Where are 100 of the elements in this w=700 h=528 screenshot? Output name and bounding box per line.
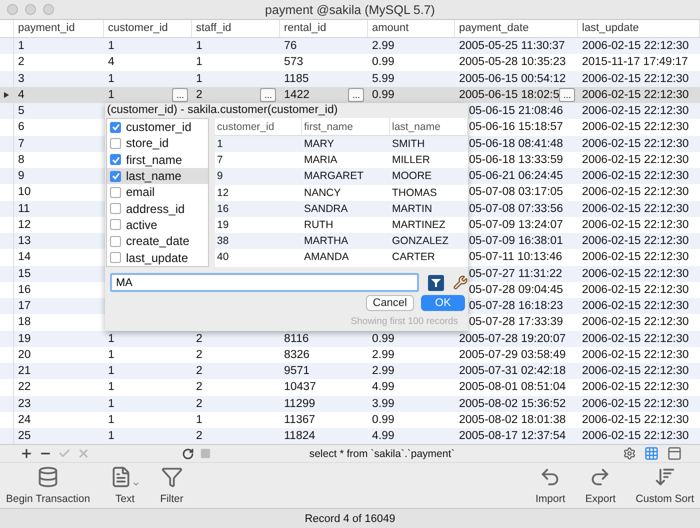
checkbox[interactable]	[110, 154, 121, 166]
table-cell: 05-07-08 07:33:56	[469, 202, 563, 215]
refresh-icon[interactable]	[182, 448, 194, 460]
table-cell: 2005-06-15 00:54:12	[459, 72, 566, 85]
zoom-button[interactable]	[43, 4, 54, 15]
selected-row[interactable]: 4 1 ... 2 ... 1422 ... 0.99 2005-06-15 18:02:5 ... 2006-02-15 22:12:30	[0, 86, 700, 103]
column-header[interactable]: payment_id	[14, 20, 104, 37]
table-cell: 2006-02-15 22:12:30	[582, 348, 689, 361]
minimize-button[interactable]	[25, 4, 36, 15]
filter-button[interactable]	[428, 274, 444, 290]
checkbox[interactable]	[110, 122, 121, 133]
table-cell: 1	[108, 332, 114, 345]
search-field[interactable]: MA	[110, 273, 419, 292]
table-cell: 13	[18, 235, 31, 248]
table-cell: 21	[18, 365, 31, 378]
column-header[interactable]: amount	[368, 20, 455, 37]
table-cell: 38	[217, 235, 229, 248]
check-icon[interactable]	[58, 447, 71, 460]
table-cell: SANDRA	[304, 202, 348, 215]
row-pointer-icon	[4, 92, 9, 98]
table-cell: 5	[18, 105, 24, 118]
table-cell: GONZALEZ	[392, 235, 449, 248]
table-cell: 7	[217, 154, 223, 166]
checkbox[interactable]	[110, 252, 121, 264]
toolbar-button[interactable]: Export	[585, 466, 616, 505]
table-cell: 2	[18, 56, 24, 68]
checkbox[interactable]	[110, 219, 121, 230]
field-label[interactable]: address_id	[126, 202, 185, 216]
toolbar-button[interactable]: Begin Transaction	[6, 466, 90, 505]
column-header[interactable]: payment_date	[455, 20, 578, 37]
status-text: Record 4 of 16049	[0, 508, 700, 528]
table-cell: 4	[108, 56, 114, 68]
field-label[interactable]: last_update	[126, 250, 188, 265]
table-cell: 2006-02-15 22:12:30	[582, 138, 689, 150]
close-button[interactable]	[7, 4, 18, 15]
table-cell: 24	[18, 414, 31, 426]
table-cell: 10	[18, 186, 31, 198]
toolbar-button[interactable]: Import	[536, 466, 566, 505]
column-header[interactable]: customer_id	[104, 20, 192, 37]
table-cell: 11824	[284, 430, 316, 442]
column-header[interactable]: staff_id	[192, 20, 280, 37]
table-cell: 11299	[284, 398, 316, 410]
settings-icon[interactable]	[623, 447, 636, 460]
field-label[interactable]: active	[126, 218, 158, 232]
tools-button[interactable]	[453, 275, 468, 290]
table-cell: 22	[18, 381, 31, 394]
field-label[interactable]: store_id	[126, 136, 169, 150]
table-cell: MARTINEZ	[392, 219, 446, 232]
table-cell: 2006-02-15 22:12:30	[582, 365, 689, 378]
table-cell: 11367	[284, 414, 316, 426]
toolbar-button[interactable]: Custom Sort	[636, 466, 694, 505]
checkbox[interactable]	[110, 236, 121, 247]
table-cell: 1	[108, 414, 114, 426]
discard-icon[interactable]	[77, 447, 90, 460]
cancel-button[interactable]: Cancel	[366, 295, 414, 311]
checkbox[interactable]	[110, 186, 121, 198]
field-label[interactable]: create_date	[126, 234, 190, 248]
table-cell: 25	[18, 430, 31, 442]
table-cell: 9	[217, 170, 223, 182]
toolbar-button[interactable]: Text	[110, 466, 140, 505]
table-cell: 0.99	[372, 414, 394, 426]
table-cell: 8326	[284, 348, 310, 361]
checkbox[interactable]	[110, 138, 121, 149]
table-cell: 8	[18, 154, 24, 166]
table-cell: MARIA	[304, 154, 338, 166]
grid-view-button[interactable]	[644, 446, 659, 461]
stop-icon[interactable]	[200, 448, 211, 459]
table-cell: 2006-02-15 22:12:30	[582, 170, 689, 182]
table-cell: 3.99	[372, 398, 394, 410]
form-view-button[interactable]	[667, 446, 682, 461]
picker-button[interactable]: ...	[172, 88, 188, 102]
add-icon[interactable]	[20, 447, 33, 460]
table-cell: RUTH	[304, 219, 334, 232]
picker-button[interactable]: ...	[559, 88, 575, 102]
table-cell: 05-07-28 17:33:39	[469, 316, 563, 328]
column-header[interactable]: last_update	[578, 20, 700, 37]
table-cell: MOORE	[392, 170, 432, 182]
picker-button[interactable]: ...	[260, 88, 276, 102]
table-cell: 05-07-11 10:13:46	[469, 251, 562, 264]
field-label[interactable]: email	[126, 185, 155, 200]
table-cell: 16	[18, 284, 31, 296]
toolbar-button[interactable]: Filter	[160, 466, 184, 505]
table-cell: 1	[196, 40, 202, 52]
field-label[interactable]: customer_id	[126, 120, 192, 134]
checkbox[interactable]	[110, 170, 121, 182]
field-label[interactable]: first_name	[126, 152, 182, 167]
column-header[interactable]: rental_id	[280, 20, 368, 37]
table-cell: 2006-02-15 22:12:30	[582, 381, 689, 394]
table-cell: 1	[18, 40, 24, 52]
table-cell: 2006-02-15 22:12:30	[582, 154, 689, 166]
picker-button[interactable]: ...	[348, 88, 364, 102]
table-cell: 05-06-18 08:41:48	[469, 138, 563, 150]
table-cell: 2006-02-15 22:12:30	[582, 186, 689, 198]
table-cell: 20	[18, 348, 31, 361]
table-cell: 2006-02-15 22:12:30	[582, 268, 689, 280]
table-cell: 2	[196, 348, 202, 361]
table-cell: 2	[196, 365, 202, 378]
table-cell: 2005-07-31 02:42:18	[459, 365, 566, 378]
checkbox[interactable]	[110, 203, 121, 214]
table-cell: 2006-02-15 22:12:30	[582, 316, 689, 328]
